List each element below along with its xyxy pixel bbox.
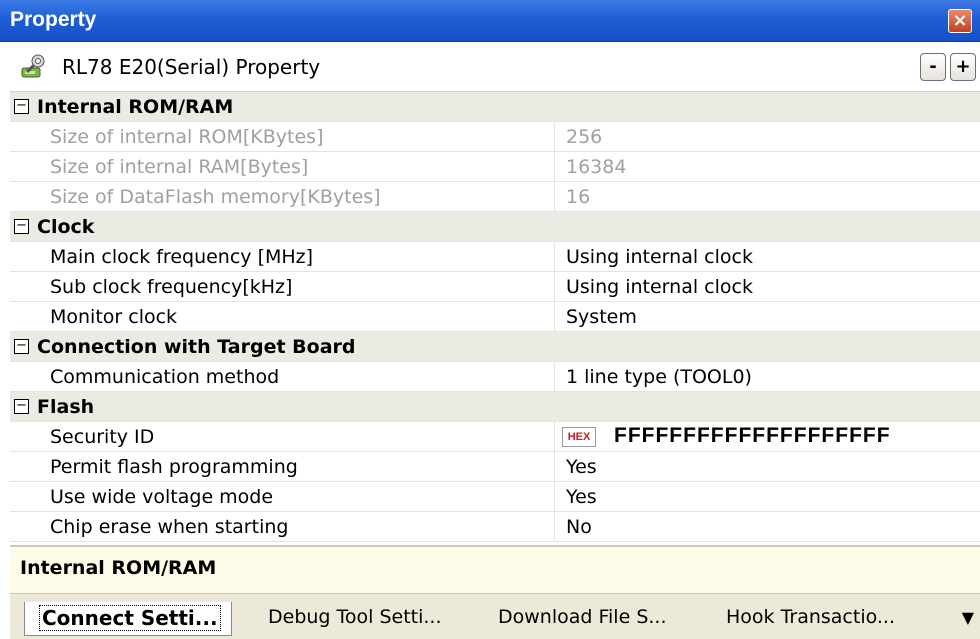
property-value[interactable]: Using internal clock xyxy=(566,246,753,268)
column-divider xyxy=(554,362,555,392)
property-window: Property × RL78 E20(Serial) Property - +… xyxy=(0,0,980,639)
column-divider xyxy=(554,512,555,542)
close-button[interactable]: × xyxy=(948,9,972,33)
property-value[interactable]: No xyxy=(566,516,592,538)
property-name: Size of DataFlash memory[KBytes] xyxy=(50,186,381,208)
column-divider xyxy=(554,152,555,182)
category-label: Clock xyxy=(37,216,95,238)
property-row[interactable]: Chip erase when starting No xyxy=(10,512,980,542)
property-name: Size of internal ROM[KBytes] xyxy=(50,126,324,148)
property-name: Main clock frequency [MHz] xyxy=(50,246,314,268)
tab-download-file-settings[interactable]: Download File S... xyxy=(484,602,677,636)
window-title: Property xyxy=(10,8,97,31)
property-row-security-id[interactable]: Security ID HEX FFFFFFFFFFFFFFFFFFFF xyxy=(10,422,980,452)
property-name: Sub clock frequency[kHz] xyxy=(50,276,293,298)
category-internal-rom-ram[interactable]: − Internal ROM/RAM xyxy=(10,92,980,122)
collapse-all-button[interactable]: - xyxy=(920,53,946,81)
property-row[interactable]: Permit flash programming Yes xyxy=(10,452,980,482)
property-row[interactable]: Size of internal ROM[KBytes] 256 xyxy=(10,122,980,152)
property-wrench-icon xyxy=(21,54,45,78)
property-row[interactable]: Use wide voltage mode Yes xyxy=(10,482,980,512)
property-name: Security ID xyxy=(50,426,155,448)
close-icon: × xyxy=(952,10,968,31)
property-value: 256 xyxy=(566,126,603,148)
category-clock[interactable]: − Clock xyxy=(10,212,980,242)
property-row[interactable]: Size of internal RAM[Bytes] 16384 xyxy=(10,152,980,182)
property-header: RL78 E20(Serial) Property - + xyxy=(10,42,980,92)
collapse-toggle-icon[interactable]: − xyxy=(14,399,29,414)
column-divider xyxy=(554,482,555,512)
property-value[interactable]: System xyxy=(566,306,637,328)
property-name: Permit flash programming xyxy=(50,456,298,478)
title-bar[interactable]: Property × xyxy=(0,0,980,42)
hex-badge-icon: HEX xyxy=(562,427,596,447)
property-row[interactable]: Main clock frequency [MHz] Using interna… xyxy=(10,242,980,272)
tab-label: Debug Tool Setti... xyxy=(268,606,442,628)
category-flash[interactable]: − Flash xyxy=(10,392,980,422)
tab-hook-transaction-settings[interactable]: Hook Transactio... xyxy=(712,602,905,636)
property-name: Monitor clock xyxy=(50,306,178,328)
column-divider xyxy=(554,122,555,152)
property-row[interactable]: Communication method 1 line type (TOOL0) xyxy=(10,362,980,392)
tab-list-dropdown-icon[interactable]: ▼ xyxy=(962,608,974,627)
description-title: Internal ROM/RAM xyxy=(20,557,217,579)
column-divider xyxy=(554,272,555,302)
tab-debug-tool-settings[interactable]: Debug Tool Setti... xyxy=(254,602,452,636)
category-label: Flash xyxy=(37,396,95,418)
property-value: 16384 xyxy=(566,156,627,178)
column-divider xyxy=(554,302,555,332)
property-value[interactable]: Yes xyxy=(566,486,597,508)
category-label: Connection with Target Board xyxy=(37,336,356,358)
property-value[interactable]: Yes xyxy=(566,456,597,478)
property-value: 16 xyxy=(566,186,591,208)
column-divider xyxy=(554,452,555,482)
property-row[interactable]: Size of DataFlash memory[KBytes] 16 xyxy=(10,182,980,212)
property-name: Chip erase when starting xyxy=(50,516,289,538)
property-value[interactable]: Using internal clock xyxy=(566,276,753,298)
property-name: Use wide voltage mode xyxy=(50,486,274,508)
collapse-toggle-icon[interactable]: − xyxy=(14,219,29,234)
column-divider xyxy=(554,422,555,452)
property-row[interactable]: Sub clock frequency[kHz] Using internal … xyxy=(10,272,980,302)
column-divider xyxy=(554,182,555,212)
column-divider xyxy=(554,242,555,272)
tab-label: Hook Transactio... xyxy=(726,606,896,628)
property-name: Size of internal RAM[Bytes] xyxy=(50,156,309,178)
tab-connect-settings[interactable]: Connect Setti... xyxy=(24,602,232,636)
property-grid: − Internal ROM/RAM Size of internal ROM[… xyxy=(10,92,980,545)
tab-bar: Connect Setti... Debug Tool Setti... Dow… xyxy=(10,593,980,639)
property-row[interactable]: Monitor clock System xyxy=(10,302,980,332)
security-id-value[interactable]: FFFFFFFFFFFFFFFFFFFF xyxy=(614,424,891,448)
tab-label: Connect Setti... xyxy=(39,605,221,631)
category-connection-with-target-board[interactable]: − Connection with Target Board xyxy=(10,332,980,362)
collapse-toggle-icon[interactable]: − xyxy=(14,99,29,114)
description-panel: Internal ROM/RAM xyxy=(10,545,980,593)
property-value[interactable]: 1 line type (TOOL0) xyxy=(566,366,752,388)
expand-all-button[interactable]: + xyxy=(950,53,976,81)
tab-label: Download File S... xyxy=(498,606,667,628)
property-name: Communication method xyxy=(50,366,280,388)
category-label: Internal ROM/RAM xyxy=(37,96,234,118)
collapse-toggle-icon[interactable]: − xyxy=(14,339,29,354)
property-title: RL78 E20(Serial) Property xyxy=(62,55,321,79)
